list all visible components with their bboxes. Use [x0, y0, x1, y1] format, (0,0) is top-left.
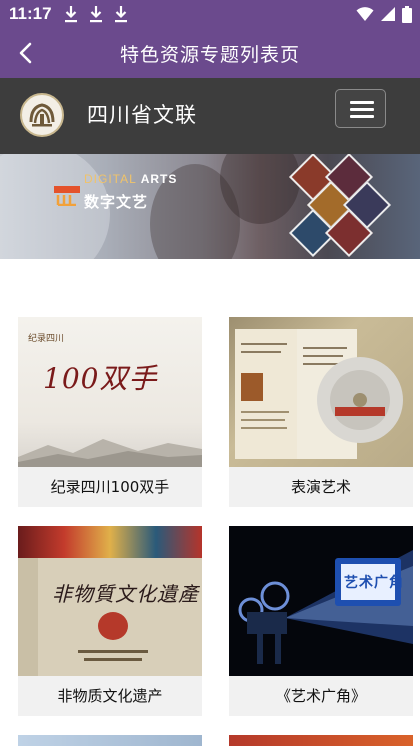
- topic-card-image: 纪录四川 100双手: [18, 317, 202, 467]
- topic-card[interactable]: [18, 735, 202, 746]
- battery-icon: [402, 5, 412, 23]
- download-icon: [65, 6, 77, 23]
- card-image-title: 100双手: [43, 362, 158, 395]
- digital-arts-logo-icon: [54, 186, 80, 206]
- opera-strip-image: [18, 526, 202, 558]
- banner-brand-en: DIGITAL ARTS: [84, 172, 178, 186]
- status-time: 11:17: [9, 4, 52, 23]
- topic-card-image: 艺术广角: [229, 526, 413, 676]
- booklet-icon: [235, 329, 297, 459]
- seal-icon: [98, 612, 128, 640]
- topic-card-label: 纪录四川100双手: [18, 467, 202, 507]
- status-icons: [356, 5, 412, 23]
- topic-card[interactable]: 非物質文化遺產 非物质文化遗产: [18, 526, 202, 716]
- cd-disc-icon: [317, 357, 403, 443]
- card-image-title: 非物質文化遺產: [52, 582, 199, 606]
- site-name[interactable]: 四川省文联: [87, 99, 197, 129]
- topic-card[interactable]: [229, 735, 413, 746]
- mountain-silhouette-icon: [18, 439, 202, 467]
- hamburger-menu-icon[interactable]: [335, 89, 386, 128]
- status-bar: 11:17: [0, 0, 420, 28]
- topic-card-label: 非物质文化遗产: [18, 676, 202, 716]
- topic-card-label: 《艺术广角》: [229, 676, 413, 716]
- banner-brand-cn: 数字文艺: [84, 193, 149, 211]
- page-title: 特色资源专题列表页: [119, 44, 300, 66]
- digital-arts-banner[interactable]: DIGITAL ARTS 数字文艺: [0, 154, 420, 259]
- card-image-title: 艺术广角: [344, 575, 404, 591]
- signal-icon: [381, 7, 395, 21]
- site-header: 四川省文联: [0, 78, 420, 154]
- federation-logo-icon[interactable]: [20, 93, 64, 137]
- download-icon: [90, 6, 102, 23]
- projector-beam-image: [238, 550, 413, 664]
- topic-card[interactable]: 表演艺术: [229, 317, 413, 507]
- card-image-caption: 纪录四川: [28, 334, 65, 344]
- topic-card-label: 表演艺术: [229, 467, 413, 507]
- calligraphy-panel: [18, 558, 38, 676]
- screen: 11:17 特色资源专题列表页 四川省文联 DIGITAL ARTS 数字文艺 …: [0, 0, 420, 746]
- download-icon: [115, 6, 127, 23]
- topic-card-image: [229, 317, 413, 467]
- title-bar: 特色资源专题列表页: [0, 28, 420, 78]
- topic-card-image: 非物質文化遺產: [18, 526, 202, 676]
- wifi-icon: [356, 7, 374, 21]
- topic-card[interactable]: 艺术广角 《艺术广角》: [229, 526, 413, 716]
- topic-card[interactable]: 纪录四川 100双手 纪录四川100双手: [18, 317, 202, 507]
